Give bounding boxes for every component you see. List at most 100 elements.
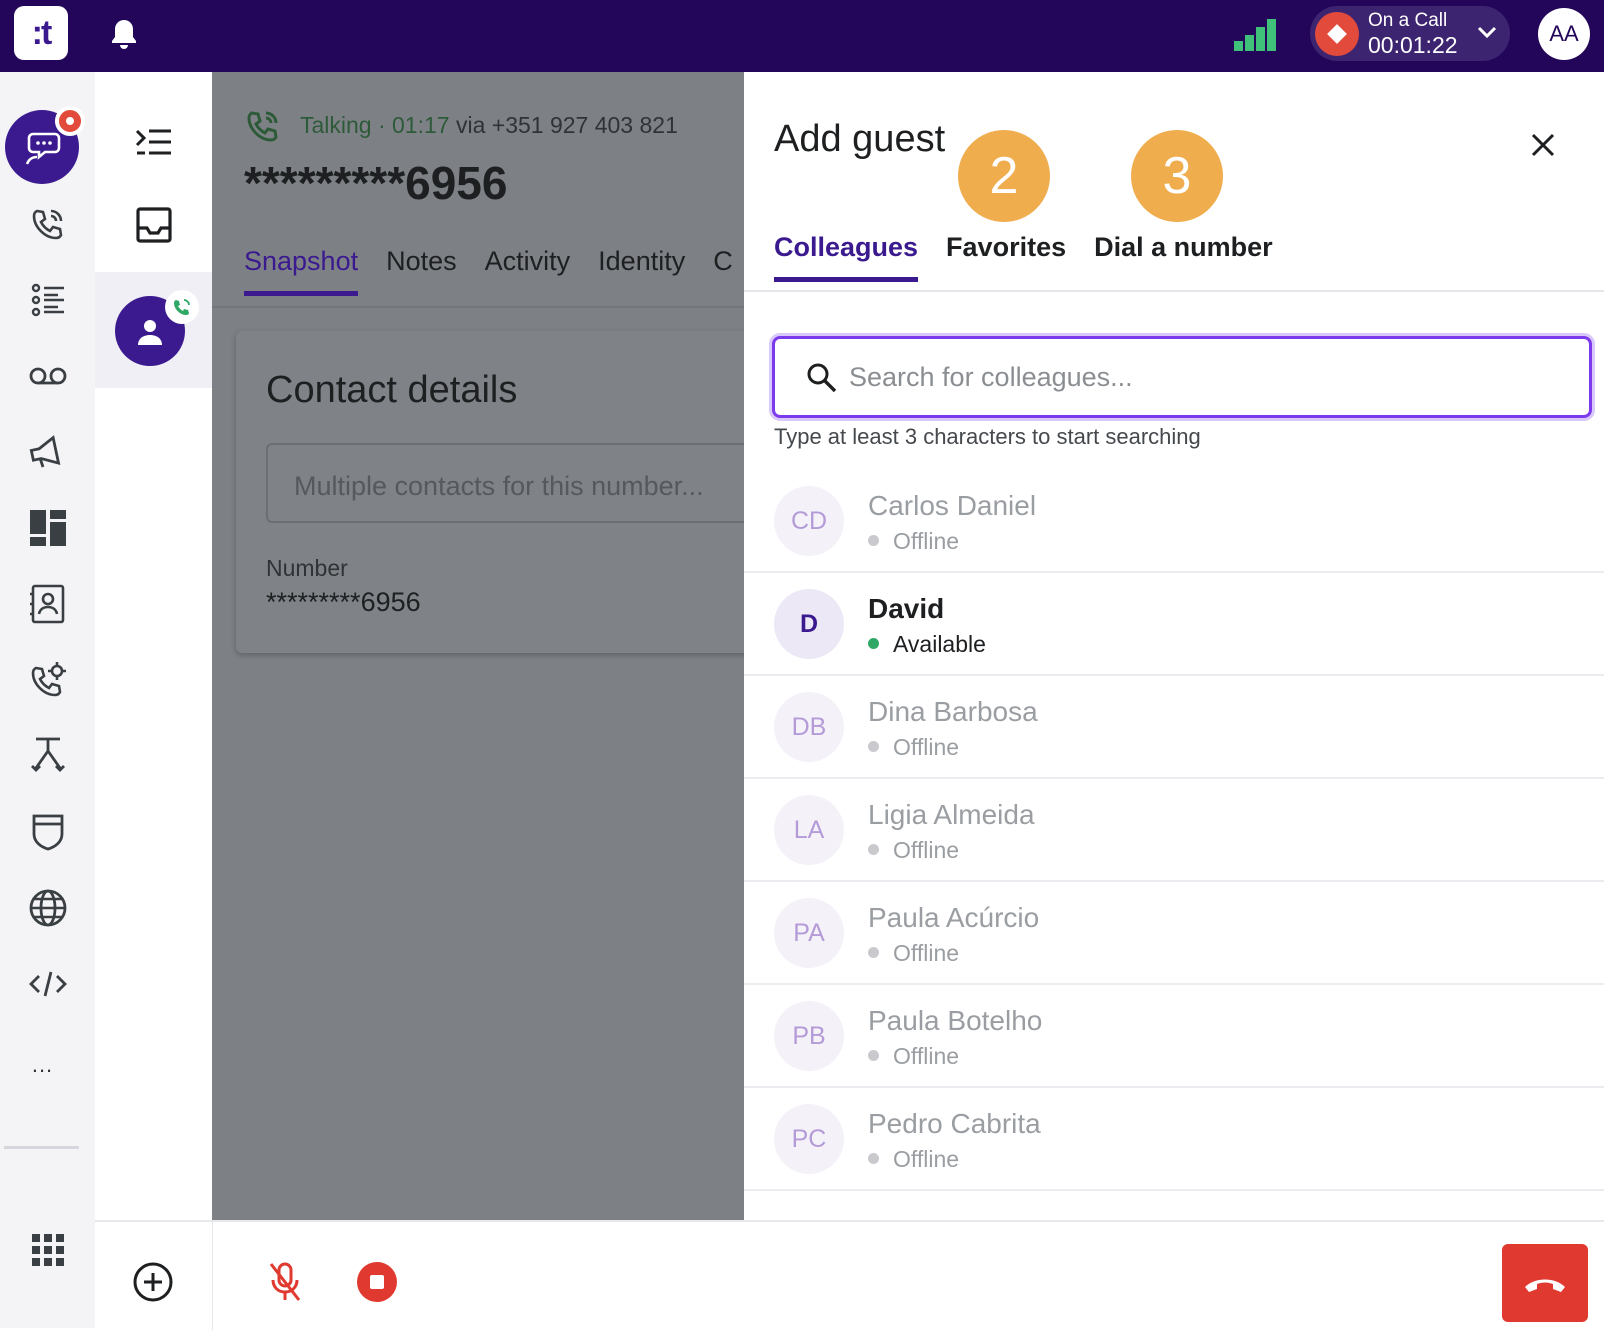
step-marker-3: 3	[1131, 130, 1223, 222]
tabs-divider	[744, 290, 1604, 292]
colleague-row[interactable]: PA Paula Acúrcio Offline	[744, 882, 1604, 985]
status-dot	[868, 1050, 879, 1062]
talking-status: Talking · 01:17	[299, 112, 450, 139]
colleague-status-text: Offline	[893, 837, 960, 863]
add-guest-panel: Add guest 2 3 Colleagues Favorites Dial a …	[744, 72, 1604, 1220]
avatar: PB	[774, 1001, 844, 1071]
contact-details-card: Contact details Multiple contacts for th…	[236, 331, 744, 653]
number-value: *********6956	[266, 587, 421, 617]
active-conversation[interactable]	[95, 272, 212, 388]
inbox-icon[interactable]	[95, 200, 212, 250]
notification-badge	[55, 106, 85, 136]
close-icon[interactable]	[1526, 128, 1560, 162]
tab-snapshot[interactable]: Snapshot	[244, 246, 359, 296]
status-dot	[868, 844, 879, 856]
tabs-divider	[212, 306, 744, 308]
hang-up-icon	[1525, 1279, 1565, 1292]
collapse-menu-icon[interactable]	[95, 118, 212, 166]
colleague-row[interactable]: PC Pedro Cabrita Offline	[744, 1088, 1604, 1191]
user-avatar[interactable]: AA	[1538, 8, 1590, 60]
colleague-status: Offline	[868, 528, 959, 555]
call-timer: 00:01:22	[1368, 32, 1458, 58]
status-dot	[868, 1153, 879, 1165]
active-call-icon	[165, 290, 199, 324]
panel-title: Add guest	[774, 118, 946, 160]
voicemail-icon[interactable]	[0, 348, 95, 404]
security-icon[interactable]	[0, 804, 95, 860]
list-icon[interactable]	[0, 272, 95, 328]
tab-colleagues[interactable]: Colleagues	[774, 232, 919, 282]
app-logo[interactable]: :t	[14, 6, 68, 60]
tab-favorites[interactable]: Favorites	[946, 232, 1066, 277]
colleague-status: Offline	[868, 1146, 959, 1173]
search-hint: Type at least 3 characters to start sear…	[774, 424, 1201, 449]
conversation-tabs: Snapshot Notes Activity Identity C	[244, 246, 744, 296]
search-input[interactable]	[849, 357, 1549, 397]
colleague-name: Paula Botelho	[868, 1005, 1043, 1036]
campaigns-icon[interactable]	[0, 424, 95, 480]
call-status-pill[interactable]: On a Call 00:01:22	[1310, 6, 1510, 61]
globe-icon[interactable]	[0, 880, 95, 936]
contacts-icon[interactable]	[0, 576, 95, 632]
code-icon[interactable]	[0, 956, 95, 1012]
apps-grid-icon[interactable]	[0, 1222, 95, 1278]
card-title: Contact details	[266, 369, 518, 411]
colleague-name: David	[868, 593, 945, 624]
contact-select-field[interactable]: Multiple contacts for this number...	[266, 443, 744, 523]
bottom-divider	[212, 1222, 213, 1330]
colleague-status-text: Offline	[893, 734, 960, 760]
avatar: DB	[774, 692, 844, 762]
colleague-status-text: Available	[893, 631, 986, 657]
more-menu[interactable]: ...	[0, 1052, 85, 1078]
colleague-name: Pedro Cabrita	[868, 1108, 1041, 1139]
status-dot	[868, 741, 879, 753]
routing-icon[interactable]	[0, 728, 95, 784]
stop-recording-button[interactable]	[357, 1262, 397, 1302]
colleague-row[interactable]: DB Dina Barbosa Offline	[744, 676, 1604, 779]
top-bar: :t On a Call 00:01:22 AA	[0, 0, 1604, 72]
tab-notes[interactable]: Notes	[386, 246, 457, 291]
colleague-status: Offline	[868, 940, 959, 967]
call-status-line: Talking · 01:17 via +351 927 403 821	[244, 108, 678, 146]
left-rail: ...	[0, 72, 95, 1328]
colleague-status-text: Offline	[893, 528, 960, 554]
guest-tabs: Colleagues Favorites Dial a number	[774, 232, 1301, 282]
phone-talking-icon	[247, 111, 278, 142]
add-circle-icon[interactable]	[131, 1260, 175, 1304]
calls-icon[interactable]	[0, 196, 95, 252]
step-marker-2: 2	[958, 130, 1050, 222]
colleague-row[interactable]: LA Ligia Almeida Offline	[744, 779, 1604, 882]
recording-diamond-icon	[1315, 12, 1359, 56]
colleague-list: CD Carlos Daniel Offline D David Availab…	[744, 470, 1604, 1191]
caller-number: *********6956	[244, 157, 508, 209]
avatar: CD	[774, 486, 844, 556]
tab-identity[interactable]: Identity	[598, 246, 685, 291]
dashboard-icon[interactable]	[0, 500, 95, 556]
rail-divider	[4, 1146, 79, 1149]
colleague-row[interactable]: CD Carlos Daniel Offline	[744, 470, 1604, 573]
colleague-status-text: Offline	[893, 1043, 960, 1069]
colleague-name: Dina Barbosa	[868, 696, 1038, 727]
colleague-name: Paula Acúrcio	[868, 902, 1040, 933]
mute-microphone-icon[interactable]	[265, 1260, 305, 1304]
colleague-status-text: Offline	[893, 1146, 960, 1172]
colleague-status: Offline	[868, 1043, 959, 1070]
chevron-down-icon	[1477, 26, 1497, 39]
colleague-status: Available	[868, 631, 986, 658]
tab-activity[interactable]: Activity	[485, 246, 571, 291]
call-controls-bar	[95, 1220, 1604, 1330]
colleague-status: Offline	[868, 837, 959, 864]
tab-dial-a-number[interactable]: Dial a number	[1094, 232, 1273, 277]
call-settings-icon[interactable]	[0, 652, 95, 708]
colleague-search-box[interactable]	[772, 336, 1592, 418]
colleague-name: Ligia Almeida	[868, 799, 1035, 830]
search-icon	[807, 363, 837, 393]
signal-strength-icon	[1232, 16, 1276, 54]
bell-icon[interactable]	[106, 16, 142, 52]
hang-up-button[interactable]	[1502, 1244, 1588, 1322]
colleague-row[interactable]: PB Paula Botelho Offline	[744, 985, 1604, 1088]
conversation-list	[95, 72, 212, 1220]
via-number: via +351 927 403 821	[455, 112, 678, 139]
colleague-row[interactable]: D David Available	[744, 573, 1604, 676]
tab-more[interactable]: C	[713, 246, 733, 291]
